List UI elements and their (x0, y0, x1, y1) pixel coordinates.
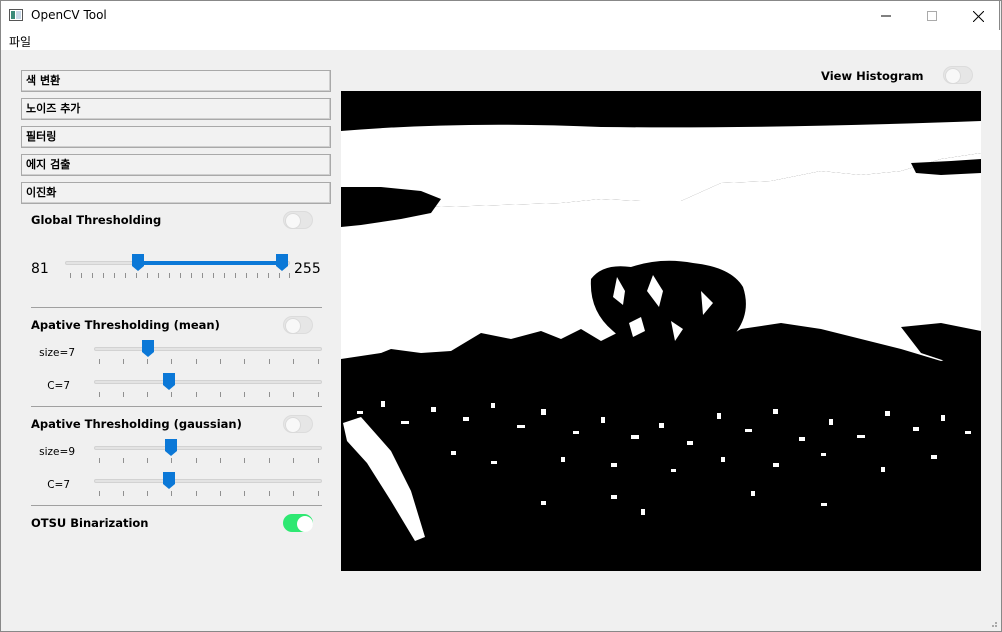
global-ticks (70, 273, 290, 279)
global-threshold-label: Global Thresholding (31, 213, 162, 227)
adaptive-mean-toggle[interactable] (283, 316, 313, 334)
adaptive-mean-label: Apative Thresholding (mean) (31, 318, 220, 332)
close-icon (972, 10, 984, 22)
adaptive-mean-size-label: size=7 (39, 347, 75, 359)
global-low-value: 81 (31, 261, 49, 277)
minimize-icon (881, 15, 891, 17)
adaptive-gaussian-toggle[interactable] (283, 415, 313, 433)
toggle-knob (297, 516, 313, 532)
divider (31, 406, 322, 407)
adaptive-mean-c-ticks (99, 392, 319, 398)
adaptive-mean-size-handle[interactable] (142, 340, 154, 357)
maximize-icon (927, 11, 937, 21)
toggle-knob (285, 417, 301, 433)
title-bar: OpenCV Tool (0, 0, 1000, 30)
resize-grip-icon[interactable] (988, 618, 998, 628)
accordion-color-convert[interactable]: 색 변환 (21, 70, 331, 92)
minimize-button[interactable] (863, 1, 909, 31)
global-low-handle[interactable] (132, 254, 144, 271)
adaptive-gaussian-size-label: size=9 (39, 446, 75, 458)
view-histogram-toggle[interactable] (943, 66, 973, 84)
adaptive-gaussian-c-label: C=7 (47, 479, 70, 491)
accordion-binarization[interactable]: 이진화 (21, 182, 331, 204)
adaptive-mean-c-label: C=7 (47, 380, 70, 392)
global-threshold-toggle[interactable] (283, 211, 313, 229)
opencv-app-icon (9, 9, 23, 21)
toggle-knob (285, 213, 301, 229)
adaptive-mean-size-ticks (99, 359, 319, 365)
global-range-fill (138, 261, 283, 265)
window-title: OpenCV Tool (31, 8, 107, 22)
global-high-handle[interactable] (276, 254, 288, 271)
otsu-toggle[interactable] (283, 514, 313, 532)
view-histogram-label: View Histogram (821, 69, 924, 83)
divider (31, 307, 322, 308)
binarized-image (341, 91, 981, 571)
otsu-label: OTSU Binarization (31, 516, 149, 530)
adaptive-gaussian-c-slider[interactable] (94, 479, 322, 483)
maximize-button[interactable] (909, 1, 955, 31)
image-preview (341, 91, 981, 571)
accordion-add-noise[interactable]: 노이즈 추가 (21, 98, 331, 120)
adaptive-mean-c-slider[interactable] (94, 380, 322, 384)
close-button[interactable] (955, 1, 1001, 31)
accordion-edge-detection[interactable]: 에지 검출 (21, 154, 331, 176)
accordion-filtering[interactable]: 필터링 (21, 126, 331, 148)
adaptive-mean-c-handle[interactable] (163, 373, 175, 390)
adaptive-gaussian-c-handle[interactable] (163, 472, 175, 489)
menu-file[interactable]: 파일 (9, 33, 31, 50)
adaptive-gaussian-size-slider[interactable] (94, 446, 322, 450)
adaptive-gaussian-size-ticks (99, 458, 319, 464)
divider (31, 505, 322, 506)
menu-bar: 파일 (0, 30, 1002, 50)
adaptive-gaussian-label: Apative Thresholding (gaussian) (31, 417, 242, 431)
toggle-knob (285, 318, 301, 334)
toggle-knob (945, 68, 961, 84)
adaptive-gaussian-size-handle[interactable] (165, 439, 177, 456)
adaptive-mean-size-slider[interactable] (94, 347, 322, 351)
global-high-value: 255 (294, 261, 321, 277)
adaptive-gaussian-c-ticks (99, 491, 319, 497)
